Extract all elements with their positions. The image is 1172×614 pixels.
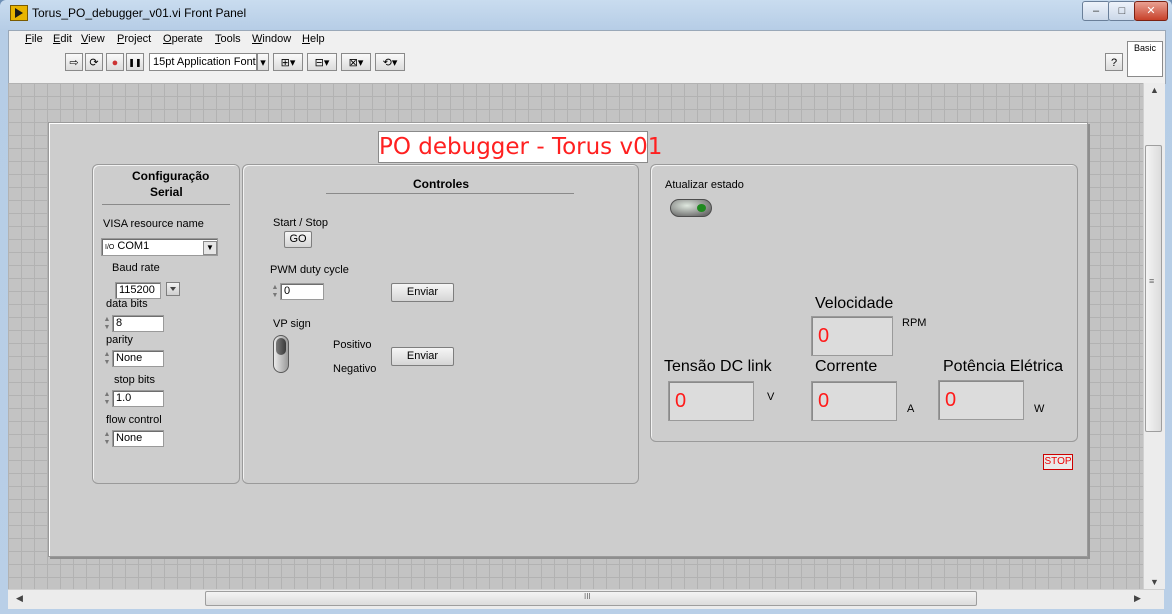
basic-label: Basic bbox=[1133, 43, 1156, 53]
menu-operate[interactable]: Operate bbox=[163, 33, 203, 45]
scroll-left-icon[interactable]: ◀ bbox=[16, 593, 23, 604]
window-title: Torus_PO_debugger_v01.vi Front Panel bbox=[32, 6, 247, 20]
visa-resource-label: VISA resource name bbox=[103, 218, 204, 230]
baud-rate-ring-icon[interactable] bbox=[166, 282, 180, 296]
parity-field[interactable]: None bbox=[112, 350, 164, 367]
voltage-unit: V bbox=[767, 391, 775, 403]
run-continuously-icon[interactable]: ⟳ bbox=[85, 53, 103, 71]
labview-vi-icon bbox=[10, 5, 28, 21]
pwm-duty-cycle-field[interactable]: 0 bbox=[280, 283, 324, 300]
pause-icon[interactable]: ❚❚ bbox=[126, 53, 144, 71]
update-state-button[interactable] bbox=[670, 199, 712, 217]
font-selector[interactable]: 15pt Application Font bbox=[149, 53, 257, 71]
negative-label: Negativo bbox=[333, 363, 377, 375]
velocity-indicator: 0 bbox=[811, 316, 893, 356]
run-arrow-icon[interactable]: ⇨ bbox=[65, 53, 83, 71]
align-objects-icon[interactable]: ⊞▾ bbox=[273, 53, 303, 71]
send-vp-sign-button[interactable]: Enviar bbox=[391, 347, 454, 366]
menu-mnemonic: E bbox=[53, 33, 61, 45]
velocity-unit: RPM bbox=[902, 317, 927, 329]
close-button[interactable]: ✕ bbox=[1134, 1, 1168, 21]
menu-mnemonic: F bbox=[25, 33, 32, 45]
scroll-right-icon[interactable]: ▶ bbox=[1134, 593, 1141, 604]
velocity-label: Velocidade bbox=[815, 295, 894, 312]
menu-mnemonic: O bbox=[163, 33, 172, 45]
visa-resource-value: COM1 bbox=[117, 240, 150, 252]
data-bits-field[interactable]: 8 bbox=[112, 315, 164, 332]
menu-window[interactable]: Window bbox=[252, 33, 291, 45]
vertical-scroll-thumb[interactable]: ≡ bbox=[1145, 145, 1162, 432]
reorder-icon[interactable]: ⟲▾ bbox=[375, 53, 405, 71]
menu-view[interactable]: View bbox=[81, 33, 105, 45]
baud-rate-label: Baud rate bbox=[112, 262, 160, 274]
pwm-duty-cycle-label: PWM duty cycle bbox=[270, 264, 349, 276]
dc-link-voltage-indicator: 0 bbox=[668, 381, 754, 421]
serial-heading-line1: Configuração bbox=[132, 169, 210, 183]
power-unit: W bbox=[1034, 403, 1045, 415]
menu-edit[interactable]: Edit bbox=[53, 33, 72, 45]
parity-spinner-icon[interactable]: ▲ ▼ bbox=[103, 351, 111, 367]
dc-link-voltage-label: Tensão DC link bbox=[664, 358, 772, 375]
controls-divider bbox=[326, 193, 574, 194]
visa-io-icon: I/O bbox=[105, 244, 115, 251]
scroll-up-icon[interactable]: ▲ bbox=[1150, 85, 1159, 95]
minimize-button[interactable]: – bbox=[1082, 1, 1110, 21]
distribute-objects-icon[interactable]: ⊟▾ bbox=[307, 53, 337, 71]
serial-heading-line2: Serial bbox=[150, 185, 183, 199]
parity-label: parity bbox=[106, 334, 133, 346]
vp-sign-label: VP sign bbox=[273, 318, 311, 330]
stop-button[interactable]: STOP bbox=[1043, 454, 1073, 470]
scroll-down-icon[interactable]: ▼ bbox=[1150, 577, 1159, 587]
labview-window: Torus_PO_debugger_v01.vi Front Panel – □… bbox=[0, 0, 1172, 614]
menu-mnemonic: P bbox=[117, 33, 125, 45]
abort-execution-icon[interactable]: ● bbox=[106, 53, 124, 71]
menu-help[interactable]: Help bbox=[302, 33, 325, 45]
context-help-icon[interactable]: ? bbox=[1105, 53, 1123, 71]
menu-toolbar-area: File Edit View Project Operate Tools Window Hel… bbox=[8, 30, 1166, 84]
current-indicator: 0 bbox=[811, 381, 897, 421]
page-title: PO debugger - Torus v01 bbox=[378, 131, 662, 163]
start-stop-label: Start / Stop bbox=[273, 217, 329, 229]
menu-mnemonic: H bbox=[302, 33, 310, 45]
menu-project[interactable]: Project bbox=[117, 33, 151, 45]
horizontal-scroll-thumb[interactable]: III bbox=[205, 591, 977, 606]
current-unit: A bbox=[907, 403, 915, 415]
menu-file[interactable]: File bbox=[25, 33, 43, 45]
update-state-label: Atualizar estado bbox=[665, 179, 744, 191]
serial-divider bbox=[102, 204, 230, 205]
electric-power-label: Potência Elétrica bbox=[943, 358, 1064, 375]
visa-dropdown-icon[interactable]: ▼ bbox=[203, 241, 217, 255]
menu-mnemonic: W bbox=[252, 33, 263, 45]
stop-bits-field[interactable]: 1.0 bbox=[112, 390, 164, 407]
electric-power-indicator: 0 bbox=[938, 380, 1024, 420]
visa-resource-select[interactable]: I/O COM1 bbox=[101, 238, 218, 256]
flow-control-spinner-icon[interactable]: ▲ ▼ bbox=[103, 431, 111, 447]
vp-sign-toggle[interactable] bbox=[273, 335, 289, 373]
controls-heading: Controles bbox=[413, 177, 470, 191]
menu-mnemonic: T bbox=[215, 33, 221, 45]
go-button[interactable]: GO bbox=[284, 231, 312, 248]
led-indicator-icon bbox=[697, 204, 706, 212]
baud-rate-field[interactable]: 115200 bbox=[115, 282, 161, 299]
stop-bits-label: stop bits bbox=[114, 374, 155, 386]
send-pwm-button[interactable]: Enviar bbox=[391, 283, 454, 302]
menu-mnemonic: V bbox=[81, 33, 89, 45]
current-label: Corrente bbox=[815, 358, 878, 375]
vertical-grip-icon: ≡ bbox=[1149, 276, 1155, 286]
data-bits-label: data bits bbox=[106, 298, 148, 310]
maximize-button[interactable]: □ bbox=[1108, 1, 1136, 21]
flow-control-label: flow control bbox=[106, 414, 162, 426]
toggle-knob bbox=[276, 338, 286, 355]
data-bits-spinner-icon[interactable]: ▲ ▼ bbox=[103, 316, 111, 332]
flow-control-field[interactable]: None bbox=[112, 430, 164, 447]
vi-icon-basic[interactable]: Basic bbox=[1127, 41, 1163, 77]
pwm-spinner-icon[interactable]: ▲ ▼ bbox=[271, 284, 279, 300]
title-bar[interactable]: Torus_PO_debugger_v01.vi Front Panel – □… bbox=[0, 0, 1172, 26]
horizontal-grip-icon: III bbox=[584, 592, 591, 601]
font-dropdown-icon[interactable]: ▾ bbox=[257, 53, 269, 71]
stop-bits-spinner-icon[interactable]: ▲ ▼ bbox=[103, 391, 111, 407]
menu-tools[interactable]: Tools bbox=[215, 33, 241, 45]
positive-label: Positivo bbox=[333, 339, 372, 351]
resize-objects-icon[interactable]: ⊠▾ bbox=[341, 53, 371, 71]
